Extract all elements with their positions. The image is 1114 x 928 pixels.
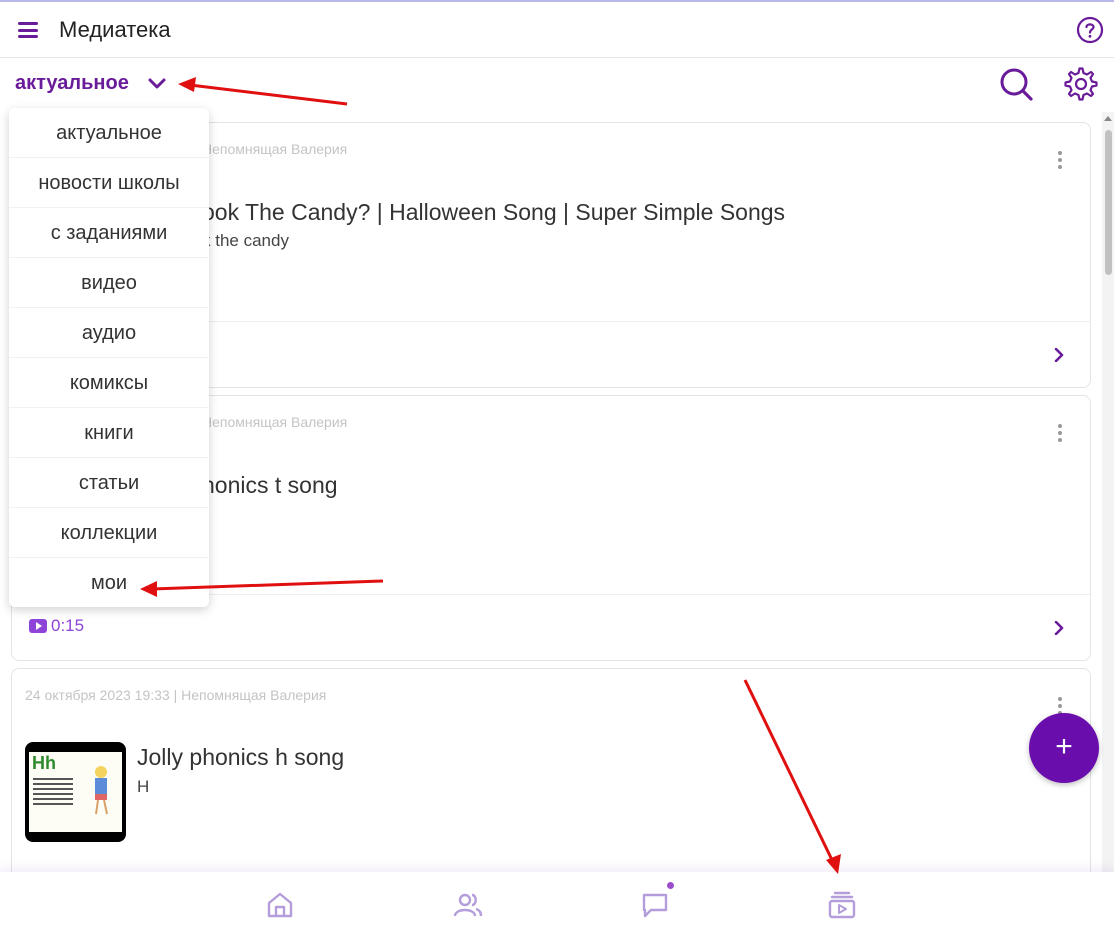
app-bar: Медиатека — [0, 2, 1114, 58]
notification-dot — [667, 882, 674, 889]
users-icon[interactable] — [453, 890, 483, 920]
dropdown-item-books[interactable]: книги — [9, 408, 209, 458]
search-icon[interactable] — [998, 66, 1034, 102]
dropdown-item-comics[interactable]: комиксы — [9, 358, 209, 408]
card-meta: 24 октября 2023 19:33 | Непомнящая Валер… — [25, 687, 327, 703]
dropdown-item-collections[interactable]: коллекции — [9, 508, 209, 558]
dropdown-item-mine[interactable]: мои — [9, 558, 209, 607]
media-library-icon[interactable] — [827, 890, 857, 920]
card-subtitle: k the candy — [202, 231, 289, 250]
media-card[interactable]: 24 октября 2023 19:33 | Непомнящая Валер… — [11, 668, 1091, 900]
chevron-right-icon[interactable] — [1052, 348, 1066, 362]
category-dropdown: актуальное новости школы с заданиями вид… — [9, 108, 209, 607]
add-button[interactable]: + — [1029, 713, 1099, 783]
dropdown-item-articles[interactable]: статьи — [9, 458, 209, 508]
hamburger-menu-icon[interactable] — [18, 22, 38, 38]
bottom-navigation — [0, 872, 1114, 928]
scroll-up-arrow-icon[interactable] — [1104, 116, 1112, 121]
girl-illustration — [95, 766, 108, 815]
video-thumbnail[interactable]: Hh — [25, 742, 126, 842]
dropdown-item-audio[interactable]: аудио — [9, 308, 209, 358]
scrollbar-thumb[interactable] — [1105, 130, 1112, 275]
card-title[interactable]: honics t song — [202, 472, 338, 499]
card-title[interactable]: ook The Candy? | Halloween Song | Super … — [202, 199, 785, 226]
video-play-icon — [29, 619, 47, 633]
card-title[interactable]: Jolly phonics h song — [137, 744, 344, 771]
home-icon[interactable] — [265, 890, 295, 920]
chat-icon[interactable] — [640, 890, 670, 920]
chevron-right-icon[interactable] — [1052, 621, 1066, 635]
card-subtitle: H — [137, 777, 150, 796]
filter-bar: актуальное — [0, 58, 1114, 110]
gear-icon[interactable] — [1063, 66, 1099, 102]
dropdown-item-school-news[interactable]: новости школы — [9, 158, 209, 208]
video-duration: 0:15 — [29, 616, 84, 636]
chevron-down-icon[interactable] — [147, 74, 167, 94]
duration-text: 0:15 — [51, 616, 85, 635]
thumbnail-letters: Hh — [32, 753, 56, 773]
category-filter-label[interactable]: актуальное — [15, 72, 129, 95]
page-title: Медиатека — [59, 17, 171, 42]
card-meta: Непомнящая Валерия — [202, 414, 348, 430]
more-options-icon[interactable] — [1058, 424, 1062, 445]
dropdown-item-video[interactable]: видео — [9, 258, 209, 308]
more-options-icon[interactable] — [1058, 151, 1062, 172]
card-meta: Непомнящая Валерия — [202, 141, 348, 157]
dropdown-item-actual[interactable]: актуальное — [9, 108, 209, 158]
vertical-scrollbar[interactable] — [1102, 112, 1114, 872]
dropdown-item-with-tasks[interactable]: с заданиями — [9, 208, 209, 258]
help-icon[interactable] — [1076, 16, 1104, 44]
